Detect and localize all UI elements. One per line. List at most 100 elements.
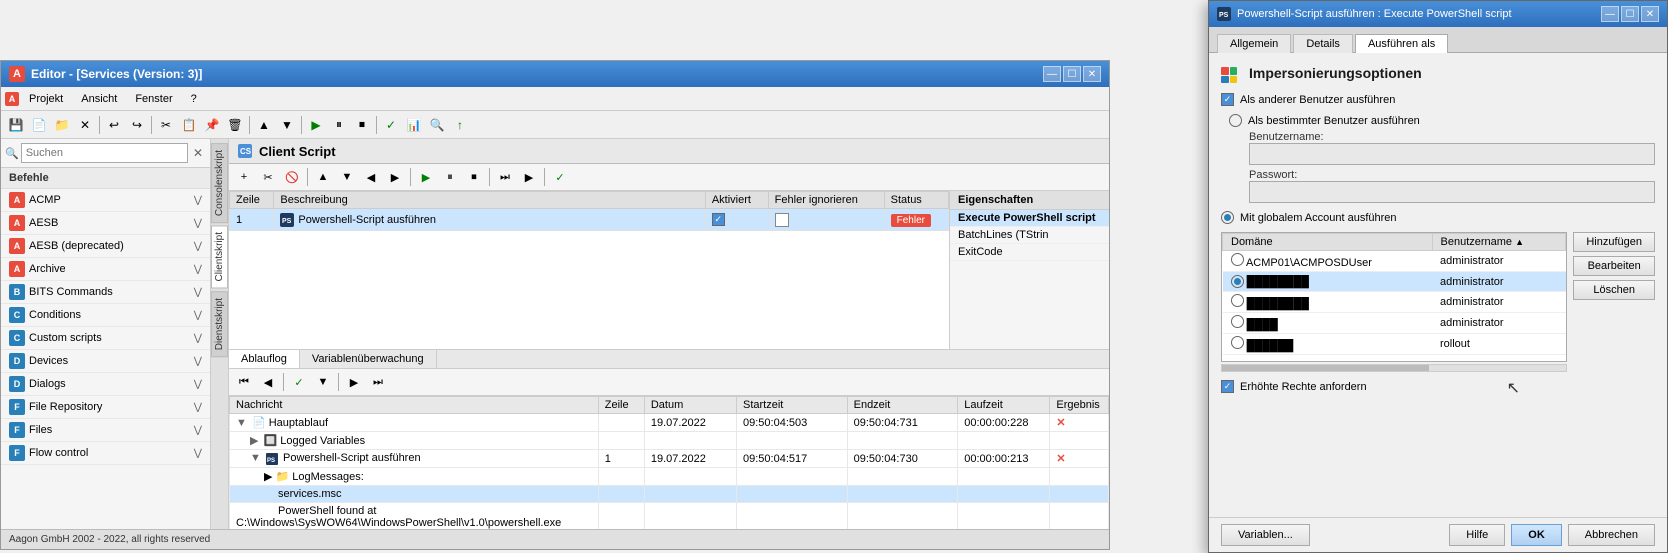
- log-first-button[interactable]: ⏮: [233, 371, 255, 393]
- add-row-button[interactable]: +: [233, 166, 255, 188]
- account-radio-2[interactable]: [1231, 294, 1244, 307]
- search-input[interactable]: [21, 143, 188, 163]
- new-button[interactable]: 📄: [28, 114, 50, 136]
- v-tab-dienst[interactable]: Dienstskript: [211, 291, 228, 357]
- hinzufuegen-button[interactable]: Hinzufügen: [1573, 232, 1655, 252]
- undo-button[interactable]: ↩: [103, 114, 125, 136]
- log-prev-button[interactable]: ◀: [257, 371, 279, 393]
- save-button[interactable]: 💾: [5, 114, 27, 136]
- log-down-button[interactable]: ▼: [312, 371, 334, 393]
- sidebar-item-files[interactable]: F Files ⋁: [1, 419, 210, 442]
- account-row[interactable]: ████████ administrator: [1223, 292, 1566, 313]
- check-script-button[interactable]: ✓: [549, 166, 571, 188]
- table-row[interactable]: ▼ PS Powershell-Script ausführen 1 19.07…: [230, 450, 1109, 468]
- account-row[interactable]: ██████ rollout: [1223, 334, 1566, 355]
- sidebar-item-archive[interactable]: A Archive ⋁: [1, 258, 210, 281]
- dialog-minimize-button[interactable]: —: [1601, 6, 1619, 22]
- refresh-button[interactable]: ↑: [449, 114, 471, 136]
- dialog-maximize-button[interactable]: ☐: [1621, 6, 1639, 22]
- maximize-button[interactable]: ☐: [1063, 66, 1081, 82]
- paste-button[interactable]: 📌: [201, 114, 223, 136]
- move-down-button[interactable]: ▼: [336, 166, 358, 188]
- loeschen-button[interactable]: Löschen: [1573, 280, 1655, 300]
- cut-button[interactable]: ✂: [155, 114, 177, 136]
- expand-icon-3[interactable]: ▼: [250, 452, 261, 464]
- table-row[interactable]: services.msc: [230, 486, 1109, 503]
- delete-row-button[interactable]: 🚫: [281, 166, 303, 188]
- check-button[interactable]: ✓: [380, 114, 402, 136]
- sidebar-item-dialogs[interactable]: D Dialogs ⋁: [1, 373, 210, 396]
- graph-button[interactable]: 📊: [403, 114, 425, 136]
- account-radio-0[interactable]: [1231, 253, 1244, 266]
- up-button[interactable]: ▲: [253, 114, 275, 136]
- aktiviert-checkbox[interactable]: ✓: [712, 213, 725, 226]
- sidebar-item-flow[interactable]: F Flow control ⋁: [1, 442, 210, 465]
- dialog-tab-allgemein[interactable]: Allgemein: [1217, 34, 1291, 53]
- account-radio-1[interactable]: [1231, 275, 1244, 288]
- sidebar-item-custom[interactable]: C Custom scripts ⋁: [1, 327, 210, 350]
- menu-projekt[interactable]: Projekt: [21, 91, 71, 107]
- sidebar-item-bits[interactable]: B BITS Commands ⋁: [1, 281, 210, 304]
- log-next-button[interactable]: ▶: [343, 371, 365, 393]
- sidebar-item-aesb-deprecated[interactable]: A AESB (deprecated) ⋁: [1, 235, 210, 258]
- account-radio-4[interactable]: [1231, 336, 1244, 349]
- account-row[interactable]: ████████ administrator: [1223, 272, 1566, 292]
- pause-button[interactable]: ⏸: [328, 114, 350, 136]
- down-button[interactable]: ▼: [276, 114, 298, 136]
- account-row[interactable]: ████ administrator: [1223, 313, 1566, 334]
- delete-button[interactable]: 🗑: [224, 114, 246, 136]
- benutzername-input[interactable]: [1249, 143, 1655, 165]
- tab-ablauflog[interactable]: Ablauflog: [229, 350, 300, 368]
- property-execute[interactable]: Execute PowerShell script: [950, 210, 1109, 227]
- dialog-close-button[interactable]: ✕: [1641, 6, 1659, 22]
- close-button[interactable]: ✕: [1083, 66, 1101, 82]
- v-tab-client[interactable]: Clientskript: [211, 225, 228, 288]
- sidebar-item-file-repository[interactable]: F File Repository ⋁: [1, 396, 210, 419]
- stop-script-button[interactable]: ⏹: [463, 166, 485, 188]
- table-row[interactable]: ▶ 🔲 Logged Variables: [230, 432, 1109, 450]
- v-tab-console[interactable]: Consolenskript: [211, 143, 228, 223]
- indent-button[interactable]: ▶: [384, 166, 406, 188]
- menu-ansicht[interactable]: Ansicht: [73, 91, 125, 107]
- move-up-button[interactable]: ▲: [312, 166, 334, 188]
- close-toolbar-button[interactable]: ✕: [74, 114, 96, 136]
- log-ok-button[interactable]: ✓: [288, 371, 310, 393]
- scrollbar[interactable]: [1221, 364, 1567, 372]
- pause-script-button[interactable]: ⏸: [439, 166, 461, 188]
- account-row[interactable]: ACMP01\ACMPOSDUser administrator: [1223, 251, 1566, 272]
- mit-globalem-radio[interactable]: [1221, 211, 1234, 224]
- sidebar-item-conditions[interactable]: C Conditions ⋁: [1, 304, 210, 327]
- sidebar-item-aesb[interactable]: A AESB ⋁: [1, 212, 210, 235]
- bearbeiten-button[interactable]: Bearbeiten: [1573, 256, 1655, 276]
- search-clear-button[interactable]: ✕: [190, 145, 206, 161]
- menu-fenster[interactable]: Fenster: [127, 91, 180, 107]
- erhoehte-checkbox[interactable]: ✓: [1221, 380, 1234, 393]
- play-button[interactable]: ▶: [305, 114, 327, 136]
- run-button[interactable]: ▶: [415, 166, 437, 188]
- nav-next-button[interactable]: ▶: [518, 166, 540, 188]
- hilfe-button[interactable]: Hilfe: [1449, 524, 1505, 546]
- redo-button[interactable]: ↪: [126, 114, 148, 136]
- expand-icon[interactable]: ▼: [236, 417, 247, 429]
- menu-help[interactable]: ?: [183, 91, 205, 107]
- cut-row-button[interactable]: ✂: [257, 166, 279, 188]
- nav-first-button[interactable]: ⏭: [494, 166, 516, 188]
- sidebar-item-devices[interactable]: D Devices ⋁: [1, 350, 210, 373]
- log-last-button[interactable]: ⏭: [367, 371, 389, 393]
- sidebar-item-acmp[interactable]: A ACMP ⋁: [1, 189, 210, 212]
- passwort-input[interactable]: [1249, 181, 1655, 203]
- als-bestimmter-radio[interactable]: [1229, 114, 1242, 127]
- minimize-button[interactable]: —: [1043, 66, 1061, 82]
- als-anderer-checkbox[interactable]: ✓: [1221, 93, 1234, 106]
- abbrechen-button[interactable]: Abbrechen: [1568, 524, 1655, 546]
- zoom-button[interactable]: 🔍: [426, 114, 448, 136]
- stop-button[interactable]: ⏹: [351, 114, 373, 136]
- copy-button[interactable]: 📋: [178, 114, 200, 136]
- table-row[interactable]: PowerShell found at C:\Windows\SysWOW64\…: [230, 503, 1109, 532]
- dialog-tab-details[interactable]: Details: [1293, 34, 1353, 53]
- open-button[interactable]: 📁: [51, 114, 73, 136]
- expand-icon-2[interactable]: ▶: [250, 435, 258, 447]
- fehler-checkbox[interactable]: [775, 213, 789, 227]
- table-row[interactable]: ▼ 📄 Hauptablauf 19.07.2022 09:50:04:503 …: [230, 414, 1109, 432]
- account-radio-3[interactable]: [1231, 315, 1244, 328]
